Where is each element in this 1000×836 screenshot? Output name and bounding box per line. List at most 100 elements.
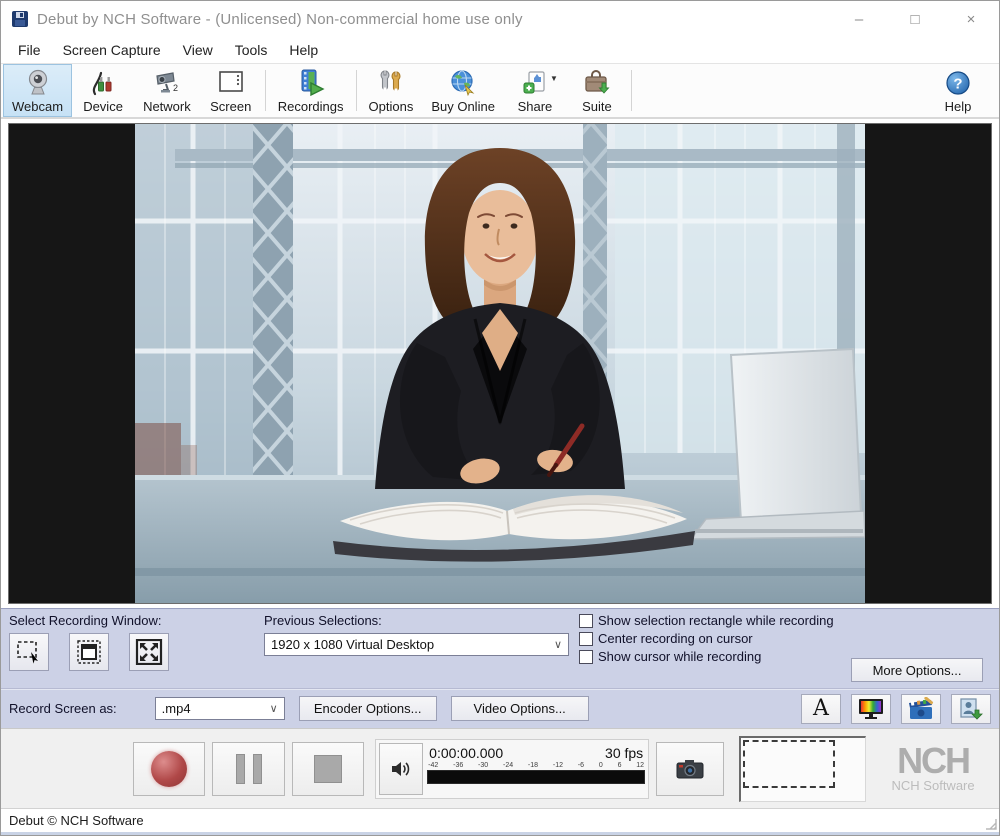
toolbar-screen-button[interactable]: Screen	[200, 64, 262, 117]
chevron-down-icon: ∨	[554, 638, 562, 651]
record-screen-as-label: Record Screen as:	[9, 701, 117, 716]
select-region-button[interactable]	[9, 633, 49, 671]
checkbox-label: Show cursor while recording	[598, 649, 761, 664]
toolbar-options-label: Options	[369, 99, 414, 114]
checkbox-box[interactable]	[579, 650, 593, 664]
toolbar-recordings-label: Recordings	[278, 99, 344, 114]
pause-icon	[236, 754, 262, 784]
suite-briefcase-icon	[583, 69, 611, 97]
checkbox-label: Show selection rectangle while recording	[598, 613, 834, 628]
minimize-button[interactable]: –	[831, 1, 887, 37]
title-bar: Debut by NCH Software - (Unlicensed) Non…	[1, 1, 999, 37]
checkbox-center-recording-on-cursor[interactable]: Center recording on cursor	[579, 631, 991, 646]
snapshot-button[interactable]	[656, 742, 724, 796]
checkbox-label: Center recording on cursor	[598, 631, 753, 646]
region-select-icon	[15, 639, 43, 665]
menu-screen-capture[interactable]: Screen Capture	[54, 39, 170, 61]
menu-file[interactable]: File	[9, 39, 50, 61]
color-settings-icon	[857, 697, 885, 721]
video-effects-button[interactable]	[901, 694, 941, 724]
svg-text:2: 2	[173, 83, 178, 93]
status-text: Debut © NCH Software	[9, 813, 144, 828]
maximize-button[interactable]: □	[887, 1, 943, 37]
main-toolbar: Webcam Device 2 Network	[1, 63, 999, 119]
recordings-icon	[296, 68, 326, 98]
record-icon	[151, 751, 187, 787]
toolbar-device-label: Device	[83, 99, 123, 114]
audio-level-meter	[427, 770, 645, 784]
toolbar-options-button[interactable]: Options	[360, 64, 423, 117]
webcam-overlay-icon	[957, 697, 985, 721]
stop-icon	[314, 755, 342, 783]
video-preview-frame	[8, 123, 992, 604]
record-timer: 0:00:00.000	[429, 745, 503, 761]
toolbar-recordings-button[interactable]: Recordings	[269, 64, 353, 117]
stop-button[interactable]	[292, 742, 364, 796]
checkbox-box[interactable]	[579, 632, 593, 646]
status-bar: Debut © NCH Software	[1, 808, 999, 832]
audio-meter-scale: -42-36-30-24-18-12-60612	[427, 761, 645, 769]
encoder-options-button[interactable]: Encoder Options...	[299, 696, 437, 721]
text-overlay-button[interactable]: A	[801, 694, 841, 724]
buy-online-globe-icon	[449, 69, 477, 97]
menu-tools[interactable]: Tools	[226, 39, 277, 61]
toolbar-buy-online-label: Buy Online	[431, 99, 495, 114]
toolbar-separator	[265, 70, 266, 111]
share-dropdown-caret[interactable]: ▼	[550, 74, 558, 83]
selection-rectangle	[743, 740, 835, 788]
toolbar-share-label: Share	[518, 99, 553, 114]
help-icon: ?	[945, 70, 971, 96]
record-button[interactable]	[133, 742, 205, 796]
device-icon	[90, 69, 116, 97]
menu-help[interactable]: Help	[280, 39, 327, 61]
close-button[interactable]: ×	[943, 1, 999, 37]
selection-preview-box	[739, 736, 866, 802]
more-options-button[interactable]: More Options...	[851, 658, 983, 682]
options-wrench-icon	[376, 68, 406, 98]
previous-selections-label: Previous Selections:	[264, 613, 569, 628]
app-window: Debut by NCH Software - (Unlicensed) Non…	[0, 0, 1000, 836]
toolbar-separator	[631, 70, 632, 111]
window-bottom-edge	[1, 832, 999, 836]
toolbar-network-label: Network	[143, 99, 191, 114]
volume-button[interactable]	[379, 743, 423, 795]
menu-view[interactable]: View	[174, 39, 222, 61]
share-icon	[522, 69, 548, 97]
screen-icon	[217, 69, 245, 97]
text-overlay-icon: A	[813, 698, 829, 720]
toolbar-help-button[interactable]: ? Help	[927, 64, 989, 117]
color-settings-button[interactable]	[851, 694, 891, 724]
fps-indicator: 30 fps	[605, 745, 643, 761]
pause-button[interactable]	[212, 742, 284, 796]
toolbar-network-button[interactable]: 2 Network	[134, 64, 200, 117]
resize-grip[interactable]	[985, 818, 997, 830]
toolbar-suite-label: Suite	[582, 99, 612, 114]
chevron-down-icon: ∨	[270, 702, 278, 715]
previous-selections-value: 1920 x 1080 Virtual Desktop	[271, 637, 434, 652]
checkbox-show-selection-rectangle[interactable]: Show selection rectangle while recording	[579, 613, 991, 628]
speaker-icon	[390, 759, 412, 779]
toolbar-suite-button[interactable]: Suite	[566, 64, 628, 117]
select-fullscreen-button[interactable]	[129, 633, 169, 671]
video-options-button[interactable]: Video Options...	[451, 696, 589, 721]
window-title: Debut by NCH Software - (Unlicensed) Non…	[37, 11, 831, 28]
menu-bar: File Screen Capture View Tools Help	[1, 37, 999, 63]
webcam-icon	[25, 69, 51, 97]
toolbar-device-button[interactable]: Device	[72, 64, 134, 117]
previous-selections-dropdown[interactable]: 1920 x 1080 Virtual Desktop ∨	[264, 633, 569, 656]
toolbar-webcam-button[interactable]: Webcam	[3, 64, 72, 117]
select-window-button[interactable]	[69, 633, 109, 671]
checkbox-box[interactable]	[579, 614, 593, 628]
fullscreen-select-icon	[135, 639, 163, 665]
webcam-overlay-button[interactable]	[951, 694, 991, 724]
transport-controls: 0:00:00.000 30 fps -42-36-30-24-18-12-60…	[1, 728, 999, 808]
format-dropdown[interactable]: .mp4 ∨	[155, 697, 285, 720]
video-preview-area	[1, 119, 999, 608]
toolbar-separator	[356, 70, 357, 111]
select-recording-window-label: Select Recording Window:	[9, 613, 264, 628]
record-format-panel: Record Screen as: .mp4 ∨ Encoder Options…	[1, 688, 999, 728]
toolbar-share-button[interactable]: ▼ Share	[504, 64, 566, 117]
toolbar-buy-online-button[interactable]: Buy Online	[422, 64, 504, 117]
camera-icon	[675, 756, 705, 782]
nch-logo: NCH NCH Software	[877, 735, 989, 803]
